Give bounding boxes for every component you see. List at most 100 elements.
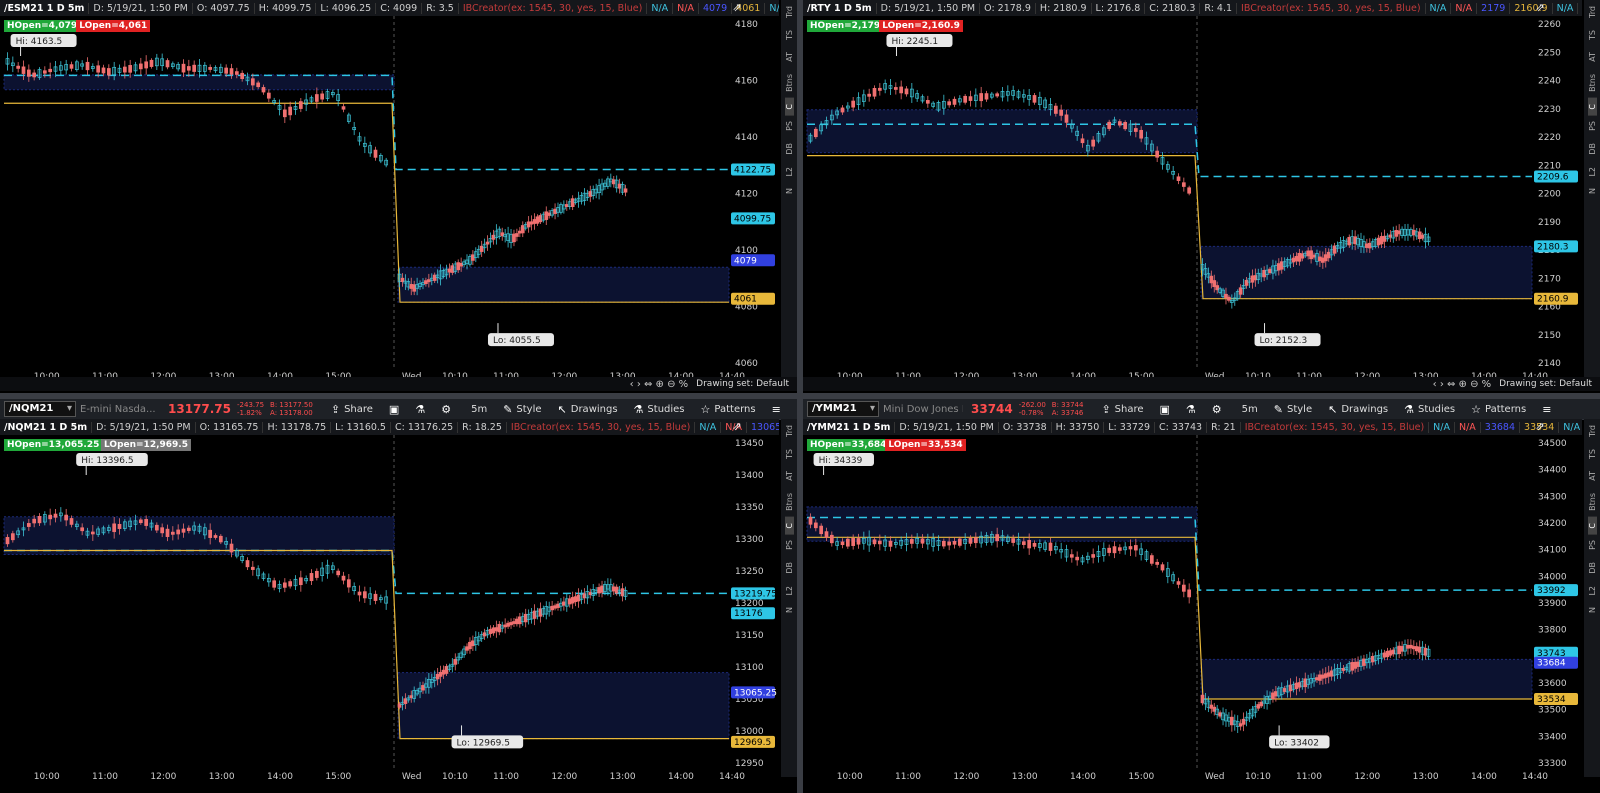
menu-button[interactable]: ≡ [1542, 403, 1551, 416]
side-tab-ts[interactable]: TS [785, 443, 794, 465]
candle [1181, 177, 1186, 192]
style-button[interactable]: ✎ Style [503, 403, 541, 416]
price-tag: 13065.25 [731, 686, 777, 699]
side-tab-at[interactable]: AT [1588, 46, 1597, 68]
candle [523, 222, 528, 231]
price-chart[interactable]: 34500 34400 34300 34200 34100 34000 33900 33800… [803, 435, 1584, 793]
candle [957, 95, 962, 106]
studies-button[interactable]: ⚗ Studies [634, 403, 685, 416]
price-chart[interactable]: 4180416041404120410040804060Hi: 4163.5Lo… [0, 16, 781, 393]
chart-corner-button[interactable]: ⇗ [729, 419, 745, 435]
candle [304, 575, 309, 584]
menu-button[interactable]: ≡ [772, 403, 781, 416]
candle [861, 89, 866, 107]
chart-pane-ym[interactable]: /YMM21 Mini Dow Jones Ind... 33744 -262.00-… [803, 399, 1600, 793]
period-button[interactable]: 5m [467, 404, 487, 415]
symbol-selector[interactable]: /YMM21 [807, 401, 879, 417]
side-tab-db[interactable]: DB [1588, 556, 1597, 580]
side-tab-db[interactable]: DB [1588, 137, 1597, 161]
drawings-button[interactable]: ↖ Drawings [558, 403, 618, 416]
svg-text:4061: 4061 [734, 295, 757, 305]
side-tab-ts[interactable]: TS [785, 24, 794, 46]
candle [620, 181, 625, 196]
snapshot-button[interactable]: ▣ [389, 403, 399, 416]
period-button[interactable]: 5m [1238, 404, 1258, 415]
candle [1021, 89, 1026, 103]
side-tab-ps[interactable]: PS [785, 115, 794, 137]
side-tab-btns[interactable]: Btns [1588, 68, 1597, 98]
side-tab-c[interactable]: C [784, 516, 794, 535]
side-tab-ps[interactable]: PS [1588, 115, 1597, 137]
side-tab-l2[interactable]: L2 [1588, 580, 1597, 602]
chart-pane-es[interactable]: /ESM21 1 D 5m D: 5/19/21, 1:50 PM O: 4097.… [0, 0, 797, 393]
indicator-value: N/A [765, 3, 779, 14]
side-tab-at[interactable]: AT [785, 46, 794, 68]
side-tab-at[interactable]: AT [1588, 465, 1597, 487]
side-tab-n[interactable]: N [785, 182, 794, 200]
side-tab-c[interactable]: C [1587, 516, 1597, 535]
settings-button[interactable]: ⚙ [1212, 403, 1222, 416]
chart-range: R: 4.1 [1200, 2, 1238, 14]
side-tab-at[interactable]: AT [785, 465, 794, 487]
candle [471, 250, 475, 266]
flask-button[interactable]: ⚗ [1186, 403, 1196, 416]
side-tab-db[interactable]: DB [785, 556, 794, 580]
side-tab-ps[interactable]: PS [785, 534, 794, 556]
drawing-set-label[interactable]: Drawing set: Default [696, 379, 789, 389]
side-tab-btns[interactable]: Btns [785, 68, 794, 98]
side-tab-l2[interactable]: L2 [785, 580, 794, 602]
side-tab-db[interactable]: DB [785, 137, 794, 161]
chart-pane-rty[interactable]: /RTY 1 D 5m D: 5/19/21, 1:50 PM O: 2178.9 H… [803, 0, 1600, 393]
settings-button[interactable]: ⚙ [441, 403, 451, 416]
price-chart[interactable]: 2260225022402230222022102200219021802170… [803, 16, 1584, 393]
studies-button[interactable]: ⚗ Studies [1404, 403, 1455, 416]
chart-high: H: 4099.75 [255, 2, 317, 14]
side-tab-btns[interactable]: Btns [1588, 487, 1597, 517]
candle [1382, 229, 1387, 249]
style-button[interactable]: ✎ Style [1274, 403, 1312, 416]
side-tab-n[interactable]: N [1588, 601, 1597, 619]
last-price: 13177.75 [168, 402, 232, 416]
side-tab-ps[interactable]: PS [1588, 534, 1597, 556]
side-tab-trd[interactable]: Trd [1588, 0, 1597, 24]
candle [1221, 707, 1225, 726]
side-tab-trd[interactable]: Trd [785, 419, 794, 443]
drawing-set-label[interactable]: Drawing set: Default [1499, 379, 1592, 389]
side-tab-trd[interactable]: Trd [785, 0, 794, 24]
candle [883, 79, 888, 94]
flask-button[interactable]: ⚗ [415, 403, 425, 416]
chart-pane-nq[interactable]: /NQM21 E-mini Nasda... 13177.75 -243.75-1.8… [0, 399, 797, 793]
side-tab-n[interactable]: N [785, 601, 794, 619]
side-tab-ts[interactable]: TS [1588, 24, 1597, 46]
symbol-selector[interactable]: /NQM21 [4, 401, 76, 417]
chart-corner-button[interactable]: ⇗ [1532, 0, 1548, 16]
side-tab-btns[interactable]: Btns [785, 487, 794, 517]
patterns-button[interactable]: ☆ Patterns [1471, 403, 1526, 416]
side-tab-l2[interactable]: L2 [785, 161, 794, 183]
patterns-button[interactable]: ☆ Patterns [701, 403, 756, 416]
side-tab-n[interactable]: N [1588, 182, 1597, 200]
candle [611, 582, 616, 596]
candle [535, 214, 540, 226]
zoom-tools[interactable]: ‹ › ⇔ ⊕ ⊖ % [1433, 379, 1492, 390]
side-tab-l2[interactable]: L2 [1588, 161, 1597, 183]
snapshot-button[interactable]: ▣ [1160, 403, 1170, 416]
candle [176, 61, 181, 72]
candle [509, 618, 513, 629]
price-chart[interactable]: 1345013400133501330013250132001315013100… [0, 435, 781, 793]
chart-date: D: 5/19/21, 1:50 PM [895, 421, 999, 433]
share-button[interactable]: ⇪ Share [1101, 403, 1143, 416]
share-button[interactable]: ⇪ Share [331, 403, 373, 416]
candle [1037, 91, 1042, 111]
chart-corner-button[interactable]: ⇗ [729, 0, 745, 16]
side-tab-c[interactable]: C [1587, 97, 1597, 116]
drawings-button[interactable]: ↖ Drawings [1328, 403, 1388, 416]
side-tab-ts[interactable]: TS [1588, 443, 1597, 465]
chart-corner-button[interactable]: ⇗ [1532, 419, 1548, 435]
side-tab-trd[interactable]: Trd [1588, 419, 1597, 443]
side-tab-c[interactable]: C [784, 97, 794, 116]
zoom-tools[interactable]: ‹ › ⇔ ⊕ ⊖ % [630, 379, 689, 390]
hopen-badge: HOpen=2,179 [807, 20, 884, 32]
candle [989, 91, 994, 100]
chart-close: C: 33743 [1155, 421, 1208, 433]
